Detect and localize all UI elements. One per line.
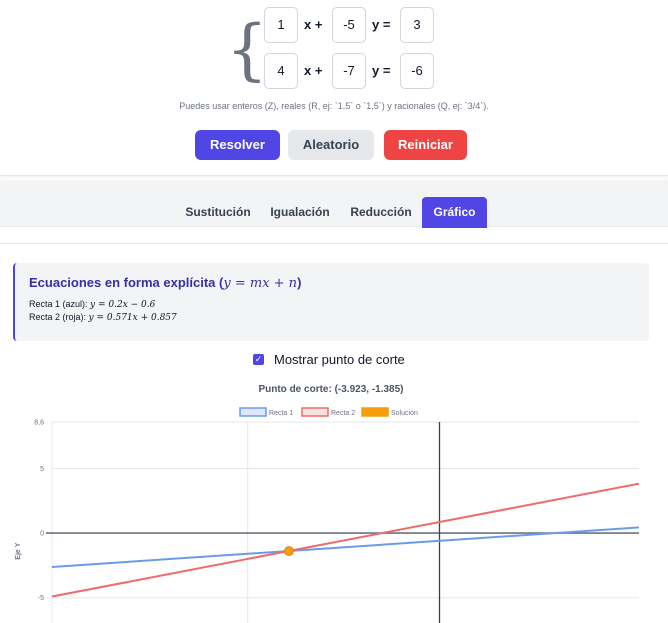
explicit-form-title: Ecuaciones en forma explícita (y = mx + … [29, 275, 301, 291]
show-intersection-row[interactable]: ✓ Mostrar punto de corte [253, 350, 405, 368]
tab-grafico[interactable]: Gráfico [422, 197, 487, 228]
solution-point [284, 546, 294, 556]
explicit-form-panel: Ecuaciones en forma explícita (y = mx + … [13, 263, 649, 341]
solve-button[interactable]: Resolver [195, 130, 280, 160]
system-brace: { [226, 11, 268, 88]
y-tick-label-3: -5 [38, 595, 44, 602]
y-tick-label-1: 5 [40, 466, 44, 473]
show-intersection-checkbox[interactable]: ✓ [253, 353, 264, 365]
reset-button[interactable]: Reiniciar [384, 130, 467, 160]
tab-reduccion[interactable]: Reducción [346, 197, 416, 227]
legend-swatch-1 [239, 407, 267, 417]
line1-math: y = 0.2x − 0.6 [90, 300, 156, 310]
y-tick-label-2: 0 [40, 531, 44, 538]
row2-coef-x-input[interactable]: 4 [264, 53, 298, 89]
app-root: { 1 x + -5 y = 3 4 x + -7 y = -6 Puedes … [0, 0, 668, 623]
row2-const-input[interactable]: -6 [400, 53, 434, 89]
explicit-title-math: y = mx + n [223, 276, 298, 291]
method-tabs: Sustitución Igualación Reducción Gráfico [0, 180, 668, 228]
show-intersection-label: Mostrar punto de corte [274, 351, 405, 367]
legend-label-2: Recta 2 [331, 410, 355, 417]
legend-label-1: Recta 1 [269, 410, 293, 417]
legend-label-3: Solución [391, 410, 418, 417]
graph-chart: Recta 1 Recta 2 Solución 8,6 5 0 -5 Eje Y [15, 407, 640, 623]
system-input-card: { 1 x + -5 y = 3 4 x + -7 y = -6 Puedes … [0, 0, 668, 176]
content-divider [0, 243, 668, 244]
explicit-title-close: ) [297, 275, 302, 290]
line2-equation: Recta 2 (roja): y = 0.571x + 0.857 [29, 312, 177, 323]
row2-op-x: x + [304, 63, 323, 78]
legend-swatch-2 [301, 407, 329, 417]
tab-igualacion[interactable]: Igualación [266, 197, 334, 227]
row1-coef-x-input[interactable]: 1 [264, 7, 298, 43]
series-line-2 [51, 482, 640, 598]
legend-swatch-3 [361, 407, 389, 417]
row1-const-input[interactable]: 3 [400, 7, 434, 43]
y-tick-label-0: 8,6 [34, 420, 44, 427]
line1-equation: Recta 1 (azul): y = 0.2x − 0.6 [29, 299, 155, 310]
random-button[interactable]: Aleatorio [288, 130, 374, 160]
line1-label: Recta 1 (azul): [29, 299, 88, 309]
y-axis-title: Eje Y [15, 542, 22, 559]
row2-op-y: y = [372, 63, 391, 78]
row1-op-x: x + [304, 17, 323, 32]
row1-coef-y-input[interactable]: -5 [332, 7, 366, 43]
explicit-title-text: Ecuaciones en forma explícita ( [29, 275, 224, 290]
tab-sustitucion[interactable]: Sustitución [182, 197, 254, 227]
row1-op-y: y = [372, 17, 391, 32]
line2-label: Recta 2 (roja): [29, 312, 87, 322]
line2-math: y = 0.571x + 0.857 [88, 313, 177, 323]
row2-coef-y-input[interactable]: -7 [332, 53, 366, 89]
chart-title: Punto de corte: (-3.923, -1.385) [258, 384, 404, 395]
input-hint: Puedes usar enteros (Z), reales (R, ej: … [179, 101, 489, 111]
